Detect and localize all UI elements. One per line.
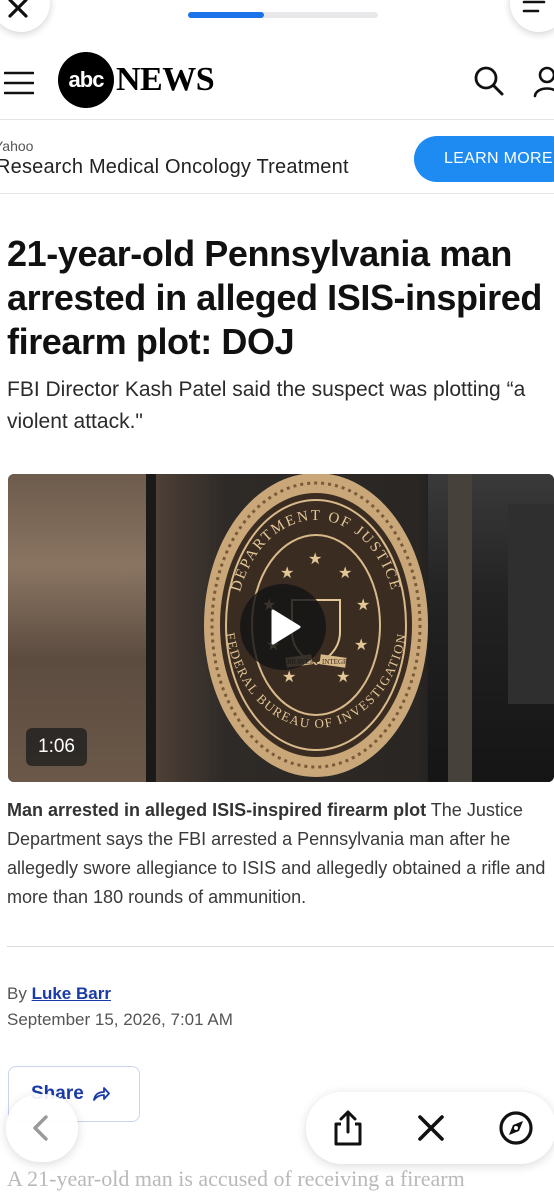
article-dek: FBI Director Kash Patel said the suspect… (7, 378, 526, 433)
byline: By Luke Barr (7, 984, 111, 1004)
seal-ribbon-right: INTEGRITY (322, 658, 359, 666)
divider (7, 946, 554, 947)
video-player[interactable]: DEPARTMENT OF JUSTICE FEDERAL BUREAU OF … (8, 474, 554, 782)
play-button[interactable] (240, 584, 326, 670)
search-icon[interactable] (472, 64, 506, 98)
play-icon (271, 609, 301, 645)
video-caption-title[interactable]: Man arrested in alleged ISIS-inspired fi… (7, 800, 426, 820)
close-tab-button[interactable] (0, 0, 50, 32)
hamburger-menu-icon[interactable] (4, 70, 34, 96)
svg-text:★: ★ (282, 669, 296, 686)
share-icon[interactable] (328, 1108, 368, 1148)
svg-text:★: ★ (308, 551, 322, 568)
account-icon[interactable] (532, 64, 554, 98)
ad-source: Yahoo (0, 138, 34, 154)
back-icon (33, 1115, 48, 1141)
svg-text:★: ★ (356, 597, 370, 614)
logo-word: NEWS (116, 61, 215, 98)
page-load-progress (188, 12, 378, 18)
back-button[interactable] (6, 1094, 78, 1162)
svg-text:★: ★ (338, 565, 352, 582)
sponsored-ad[interactable]: Yahoo Research Medical Oncology Treatmen… (0, 122, 554, 194)
browser-toolbar (306, 1092, 554, 1164)
publish-date: September 15, 2026, 7:01 AM (7, 1010, 233, 1029)
video-caption: Man arrested in alleged ISIS-inspired fi… (7, 796, 554, 912)
close-icon[interactable] (411, 1108, 451, 1148)
browser-top-chrome (0, 0, 554, 40)
svg-text:★: ★ (354, 637, 368, 654)
video-duration: 1:06 (26, 728, 87, 766)
svg-text:★: ★ (336, 669, 350, 686)
close-icon (8, 0, 28, 18)
site-header: abc NEWS (0, 48, 554, 120)
logo-mark: abc (58, 52, 114, 108)
browser-menu-button[interactable] (510, 0, 554, 32)
compass-icon[interactable] (496, 1108, 536, 1148)
author-link[interactable]: Luke Barr (32, 984, 111, 1003)
article-body-start: A 21-year-old man is accused of receivin… (7, 1166, 465, 1191)
abc-news-logo[interactable]: abc NEWS (58, 52, 215, 108)
menu-icon (522, 0, 546, 13)
share-arrow-icon (92, 1087, 110, 1101)
article-headline: 21-year-old Pennsylvania man arrested in… (7, 233, 542, 362)
byline-prefix: By (7, 984, 27, 1003)
ad-title[interactable]: Research Medical Oncology Treatment (0, 156, 349, 179)
learn-more-button[interactable]: LEARN MORE (414, 136, 554, 182)
svg-text:★: ★ (280, 565, 294, 582)
page-load-progress-fill (188, 12, 264, 18)
